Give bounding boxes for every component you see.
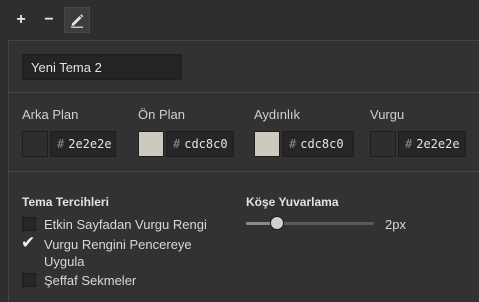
transparent-tabs-label: Şeffaf Sekmeler — [44, 273, 137, 288]
brightness-color-swatch[interactable] — [254, 131, 280, 157]
apply-accent-to-window-label: Vurgu Rengini Pencereye Uygula — [44, 237, 192, 269]
accent-color-hex-input[interactable]: # 2e2e2e — [398, 131, 466, 157]
foreground-color-swatch[interactable] — [138, 131, 164, 157]
corner-rounding-slider[interactable] — [246, 216, 374, 230]
checkmark-icon: ✔ — [21, 233, 36, 252]
remove-theme-button[interactable]: − — [36, 7, 62, 33]
transparent-tabs-checkbox[interactable] — [22, 273, 36, 287]
apply-accent-to-window-option[interactable]: ✔ Vurgu Rengini Pencereye Uygula — [21, 233, 204, 270]
theme-preferences-title: Tema Tercihleri — [22, 195, 109, 209]
background-color-swatch[interactable] — [22, 131, 48, 157]
corner-rounding-title: Köşe Yuvarlama — [246, 195, 339, 209]
hash-label: # — [57, 137, 65, 151]
transparent-tabs-option[interactable]: Şeffaf Sekmeler — [22, 272, 136, 289]
brightness-color-group: Aydınlık # cdc8c0 — [254, 107, 354, 157]
hash-label: # — [173, 137, 181, 151]
pencil-icon — [71, 14, 84, 28]
hash-label: # — [405, 137, 413, 151]
divider — [8, 171, 479, 172]
hash-label: # — [289, 137, 297, 151]
background-color-label: Arka Plan — [22, 107, 79, 122]
corner-rounding-value: 2px — [385, 217, 406, 232]
foreground-color-label: Ön Plan — [138, 107, 185, 122]
foreground-color-hex-input[interactable]: # cdc8c0 — [166, 131, 234, 157]
background-color-hex-value: 2e2e2e — [68, 137, 112, 151]
toolbar: + − — [8, 7, 90, 33]
brightness-color-hex-input[interactable]: # cdc8c0 — [282, 131, 354, 157]
accent-color-hex-value: 2e2e2e — [416, 137, 460, 151]
divider — [8, 92, 479, 93]
brightness-color-label: Aydınlık — [254, 107, 301, 122]
accent-from-active-page-option[interactable]: Etkin Sayfadan Vurgu Rengi — [22, 216, 207, 233]
accent-from-active-page-label: Etkin Sayfadan Vurgu Rengi — [44, 217, 207, 232]
accent-color-swatch[interactable] — [370, 131, 396, 157]
theme-name-input[interactable]: Yeni Tema 2 — [22, 54, 182, 80]
background-color-group: Arka Plan # 2e2e2e — [22, 107, 116, 157]
add-theme-button[interactable]: + — [8, 7, 34, 33]
background-color-hex-input[interactable]: # 2e2e2e — [50, 131, 116, 157]
foreground-color-hex-value: cdc8c0 — [184, 137, 228, 151]
accent-color-group: Vurgu # 2e2e2e — [370, 107, 466, 157]
edit-theme-button[interactable] — [64, 7, 90, 33]
brightness-color-hex-value: cdc8c0 — [300, 137, 344, 151]
foreground-color-group: Ön Plan # cdc8c0 — [138, 107, 234, 157]
corner-rounding-slider-thumb[interactable] — [269, 216, 284, 230]
apply-accent-to-window-checkbox[interactable]: ✔ — [21, 233, 36, 252]
accent-color-label: Vurgu — [370, 107, 405, 122]
accent-from-active-page-checkbox[interactable] — [22, 217, 36, 231]
